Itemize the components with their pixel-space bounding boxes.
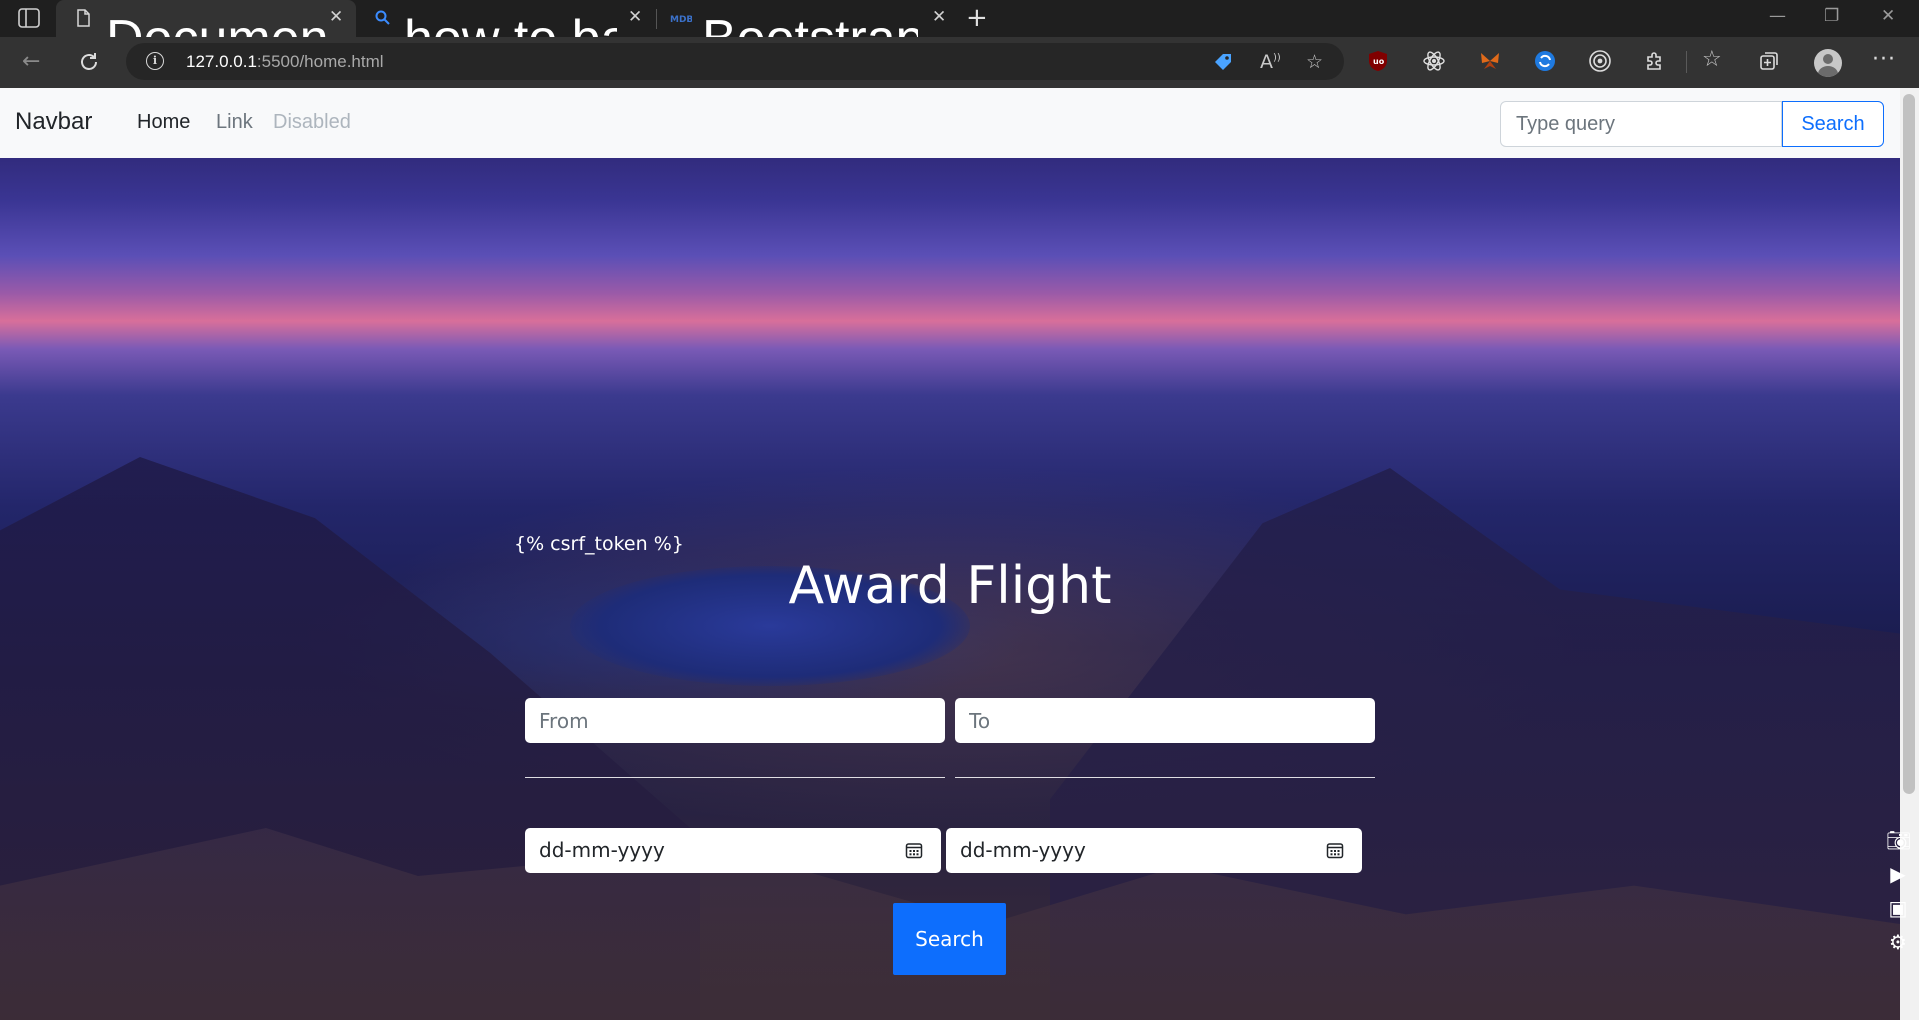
tab-document[interactable]: Document ✕ — [56, 0, 356, 68]
submit-search-button[interactable]: Search — [893, 903, 1006, 975]
url-path: :5500/home.html — [256, 52, 384, 71]
favorites-icon[interactable]: ☆ — [1702, 47, 1722, 72]
document-icon — [77, 9, 90, 27]
mdb-logo-icon: MDB — [670, 15, 692, 25]
scrollbar-thumb[interactable] — [1903, 94, 1915, 794]
hero-background-image — [0, 88, 1900, 1020]
site-info-icon[interactable]: i — [146, 52, 164, 70]
csrf-token-text: {% csrf_token %} — [514, 533, 684, 555]
return-date-input[interactable]: dd-mm-yyyy — [946, 828, 1362, 873]
react-devtools-icon[interactable] — [1422, 49, 1446, 73]
from-underline — [525, 777, 945, 778]
avatar-body — [1818, 66, 1838, 77]
ublock-icon[interactable]: uo — [1366, 49, 1390, 73]
address-bar[interactable]: i 127.0.0.1:5500/home.html A)) ☆ — [126, 43, 1344, 80]
tab-separator — [656, 9, 657, 29]
profile-avatar[interactable] — [1814, 49, 1842, 77]
departure-date-input[interactable]: dd-mm-yyyy — [525, 828, 941, 873]
target-extension-icon[interactable] — [1588, 49, 1612, 73]
date-placeholder: dd-mm-yyyy — [960, 838, 1086, 862]
minimize-icon[interactable]: — — [1769, 6, 1786, 26]
settings-more-icon[interactable]: ··· — [1872, 47, 1896, 72]
gear-icon[interactable]: ⚙ — [1886, 930, 1910, 954]
camera-icon[interactable]: 📷︎ — [1886, 828, 1911, 852]
browser-tab-bar: Document ✕ how to background image in bo… — [0, 0, 1919, 68]
nav-link-link[interactable]: Link — [216, 111, 253, 134]
close-tab-icon[interactable]: ✕ — [329, 7, 343, 27]
to-input[interactable] — [955, 698, 1375, 743]
restore-icon[interactable]: ❐ — [1824, 6, 1839, 26]
tab-search[interactable]: how to background image in boo ✕ — [361, 0, 656, 68]
navbar-search-input[interactable] — [1500, 101, 1782, 147]
gallery-icon[interactable]: ▣ — [1886, 896, 1910, 920]
nav-link-home[interactable]: Home — [137, 111, 190, 134]
add-favorite-icon[interactable]: ☆ — [1306, 51, 1323, 73]
tab-actions-icon[interactable] — [18, 8, 40, 28]
svg-text:uo: uo — [1373, 57, 1385, 66]
browser-toolbar: ← i 127.0.0.1:5500/home.html A)) ☆ uo ☆ … — [0, 37, 1919, 88]
reload-icon[interactable] — [78, 51, 100, 73]
to-underline — [955, 777, 1375, 778]
toolbar-divider — [1686, 51, 1687, 73]
close-window-icon[interactable]: ✕ — [1881, 6, 1895, 26]
svg-text:MDB: MDB — [670, 15, 692, 25]
page-title: Award Flight — [788, 556, 1112, 616]
avatar-head — [1823, 54, 1833, 64]
coupon-tag-icon[interactable] — [1212, 51, 1234, 73]
tab-bootstrap[interactable]: MDB Bootstrap Navbar - examples & t ✕ — [660, 0, 955, 68]
site-navbar: Navbar Home Link Disabled Search — [0, 88, 1900, 158]
navbar-search-button[interactable]: Search — [1782, 101, 1884, 147]
butterfly-extension-icon[interactable] — [1478, 49, 1502, 73]
url-text[interactable]: 127.0.0.1:5500/home.html — [186, 52, 384, 72]
nav-link-disabled: Disabled — [273, 111, 351, 133]
calendar-icon[interactable] — [905, 841, 923, 859]
extensions-puzzle-icon[interactable] — [1643, 49, 1667, 73]
date-placeholder: dd-mm-yyyy — [539, 838, 665, 862]
read-aloud-icon[interactable]: A)) — [1260, 51, 1281, 73]
video-camera-icon[interactable]: ▶ — [1886, 862, 1910, 886]
close-tab-icon[interactable]: ✕ — [628, 7, 642, 27]
from-input[interactable] — [525, 698, 945, 743]
calendar-icon[interactable] — [1326, 841, 1344, 859]
side-capture-tools: 📷︎ ▶ ▣ ⚙ — [1886, 828, 1916, 964]
page-viewport: Navbar Home Link Disabled Search {% csrf… — [0, 88, 1919, 1020]
url-host: 127.0.0.1 — [186, 52, 257, 71]
search-icon — [375, 10, 390, 25]
close-tab-icon[interactable]: ✕ — [932, 7, 946, 27]
navbar-brand[interactable]: Navbar — [15, 108, 92, 136]
back-icon[interactable]: ← — [22, 49, 40, 74]
new-tab-icon[interactable]: + — [966, 3, 988, 33]
collections-icon[interactable] — [1757, 49, 1781, 73]
blue-sync-extension-icon[interactable] — [1533, 49, 1557, 73]
